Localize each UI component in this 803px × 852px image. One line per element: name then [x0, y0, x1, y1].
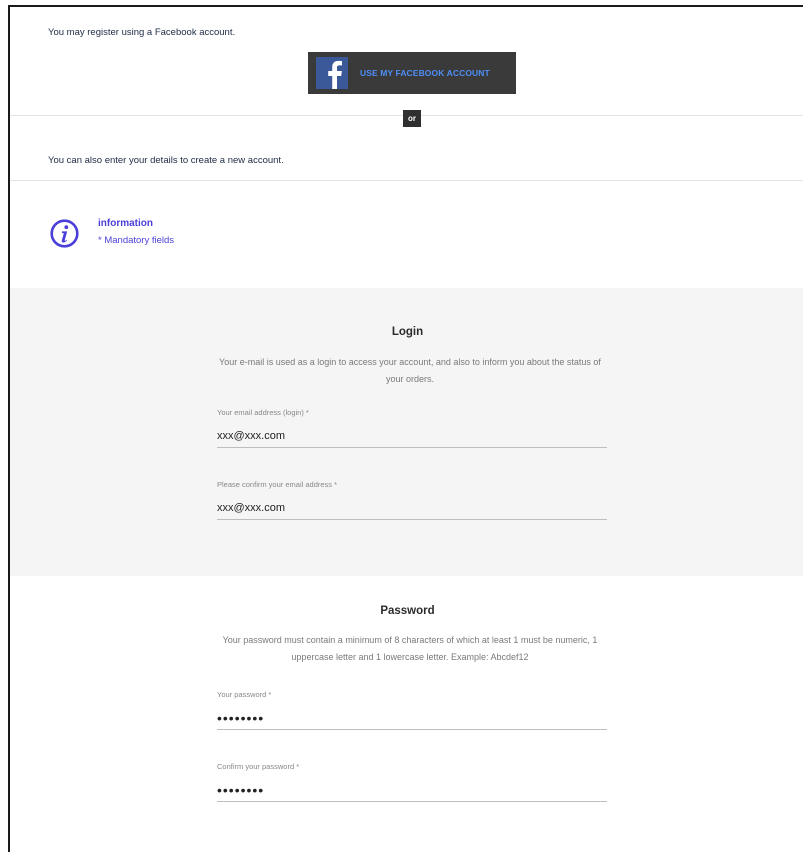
divider — [10, 180, 803, 181]
email-confirm-field-group: Please confirm your email address * — [217, 480, 607, 520]
facebook-f-icon — [316, 57, 348, 89]
new-account-text: You can also enter your details to creat… — [48, 155, 284, 166]
email-field-group: Your email address (login) * — [217, 408, 607, 448]
password-confirm-label: Confirm your password * — [217, 762, 300, 771]
login-section: Login Your e-mail is used as a login to … — [10, 288, 803, 576]
password-field-group: Your password * — [217, 690, 607, 730]
registration-form: You may register using a Facebook accoun… — [8, 5, 803, 852]
password-label: Your password * — [217, 690, 272, 699]
login-description: Your e-mail is used as a login to access… — [219, 357, 601, 384]
password-confirm-field-group: Confirm your password * — [217, 762, 607, 802]
password-title: Password — [380, 605, 435, 617]
email-input[interactable] — [217, 424, 607, 448]
facebook-intro-text: You may register using a Facebook accoun… — [48, 27, 236, 38]
facebook-button-label: USE MY FACEBOOK ACCOUNT — [360, 68, 490, 78]
information-title: information — [98, 218, 153, 229]
or-separator: or — [403, 110, 421, 127]
email-label: Your email address (login) * — [217, 408, 309, 417]
facebook-login-button[interactable]: USE MY FACEBOOK ACCOUNT — [308, 52, 516, 94]
password-confirm-input[interactable] — [217, 778, 607, 802]
mandatory-fields-note: * Mandatory fields — [98, 235, 175, 246]
email-confirm-label: Please confirm your email address * — [217, 480, 338, 489]
password-input[interactable] — [217, 706, 607, 730]
info-circle-icon — [50, 219, 79, 248]
password-description: Your password must contain a minimum of … — [222, 635, 598, 662]
email-confirm-input[interactable] — [217, 496, 607, 520]
login-title: Login — [391, 326, 424, 338]
